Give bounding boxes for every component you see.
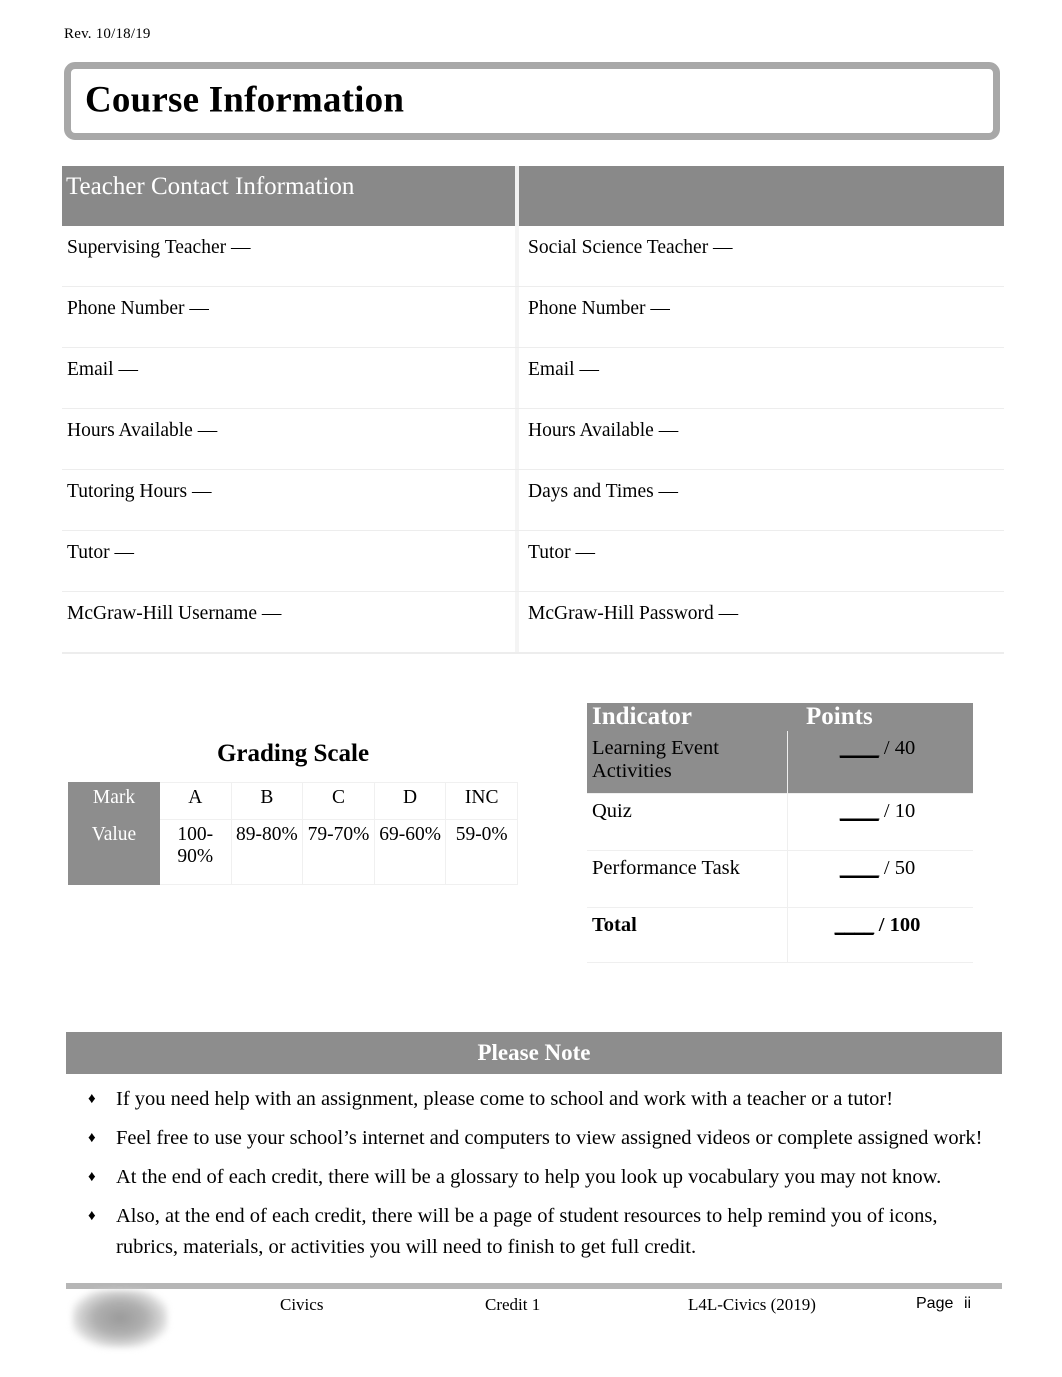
page-footer: Civics Credit 1 L4L-Civics (2019) Page i… xyxy=(66,1295,1002,1325)
note-text: If you need help with an assignment, ple… xyxy=(116,1088,894,1110)
indicator-name: Quiz xyxy=(587,794,788,850)
points-blank[interactable]: ____ xyxy=(840,737,880,759)
teacher-contact-table: Teacher Contact Information Supervising … xyxy=(62,166,1004,676)
page-title-box: Course Information xyxy=(64,62,1000,140)
contact-field-label: Email — xyxy=(528,359,599,380)
contact-field-label: Hours Available — xyxy=(67,420,218,441)
contact-field-label: Supervising Teacher — xyxy=(67,237,251,258)
note-text: At the end of each credit, there will be… xyxy=(116,1166,942,1188)
please-note-header: Please Note xyxy=(66,1032,1002,1074)
table-row: Learning Event Activities ____ / 40 xyxy=(587,731,973,794)
footer-page-label: Page xyxy=(916,1295,954,1312)
grade-value-cell: 79-70% xyxy=(302,819,375,885)
contact-field-label: McGraw-Hill Username — xyxy=(67,603,282,624)
grade-mark-cell: D xyxy=(373,782,447,820)
grading-scale-title: Grading Scale xyxy=(216,740,370,767)
grade-mark-cell: INC xyxy=(445,782,518,820)
contact-field-label: Tutoring Hours — xyxy=(67,481,212,502)
table-row: Total ____ / 100 xyxy=(587,908,973,963)
indicator-column-header: Indicator xyxy=(592,703,692,730)
revision-date: Rev. 10/18/19 xyxy=(64,26,151,42)
please-note-body: ♦ If you need help with an assignment, p… xyxy=(66,1074,1002,1299)
table-row: McGraw-Hill Username — McGraw-Hill Passw… xyxy=(62,592,1004,653)
footer-credit: Credit 1 xyxy=(485,1295,541,1314)
grade-value-cell: 100-90% xyxy=(159,819,232,885)
diamond-bullet-icon: ♦ xyxy=(88,1169,96,1185)
table-row: Phone Number — Phone Number — xyxy=(62,287,1004,348)
footer-divider xyxy=(66,1283,1002,1289)
contact-field-label: Email — xyxy=(67,359,138,380)
points-column-header: Points xyxy=(806,703,873,730)
teacher-contact-body: Supervising Teacher — Social Science Tea… xyxy=(62,226,1004,676)
contact-field-label: Phone Number — xyxy=(528,298,670,319)
footer-source: L4L-Civics (2019) xyxy=(688,1295,816,1314)
table-row: Email — Email — xyxy=(62,348,1004,409)
grade-value-cell: 69-60% xyxy=(373,819,447,885)
points-blank[interactable]: ____ xyxy=(840,800,880,822)
table-row: Mark A B C D INC xyxy=(68,782,518,820)
indicator-points: ____ / 50 xyxy=(788,851,973,907)
note-text: Feel free to use your school’s internet … xyxy=(116,1127,983,1149)
table-row: Performance Task ____ / 50 xyxy=(587,851,973,908)
list-item: ♦ Feel free to use your school’s interne… xyxy=(80,1123,988,1154)
page-title: Course Information xyxy=(85,79,405,121)
table-row: Tutoring Hours — Days and Times — xyxy=(62,470,1004,531)
indicator-points: ____ / 100 xyxy=(788,908,973,962)
indicator-name: Total xyxy=(587,908,788,962)
indicator-table-footer-pad xyxy=(587,963,973,983)
contact-field-label: Social Science Teacher — xyxy=(528,237,733,258)
grade-value-cell: 89-80% xyxy=(230,819,304,885)
contact-field-label: McGraw-Hill Password — xyxy=(528,603,739,624)
please-note-panel: Please Note ♦ If you need help with an a… xyxy=(66,1032,1002,1299)
table-row: Hours Available — Hours Available — xyxy=(62,409,1004,470)
list-item: ♦ Also, at the end of each credit, there… xyxy=(80,1201,988,1263)
grade-mark-cell: B xyxy=(230,782,304,820)
contact-header-right xyxy=(519,166,1004,226)
grading-scale-table: Mark A B C D INC Value 100-90% 89-80% 79… xyxy=(68,782,518,885)
grade-mark-cell: A xyxy=(159,782,232,820)
footer-page-number: ii xyxy=(964,1295,972,1312)
contact-field-label: Phone Number — xyxy=(67,298,209,319)
grading-row-label: Mark xyxy=(68,782,160,820)
contact-table-footer-pad xyxy=(62,653,1004,676)
note-text: Also, at the end of each credit, there w… xyxy=(116,1205,938,1258)
contact-field-label: Hours Available — xyxy=(528,420,679,441)
contact-field-label: Tutor — xyxy=(67,542,135,563)
table-row: Tutor — Tutor — xyxy=(62,531,1004,592)
table-row: Quiz ____ / 10 xyxy=(587,794,973,851)
points-blank[interactable]: ____ xyxy=(840,857,880,879)
diamond-bullet-icon: ♦ xyxy=(88,1130,96,1146)
teacher-contact-header: Teacher Contact Information xyxy=(62,166,1004,226)
table-row: Supervising Teacher — Social Science Tea… xyxy=(62,226,1004,287)
diamond-bullet-icon: ♦ xyxy=(88,1091,96,1107)
indicator-points: ____ / 40 xyxy=(788,731,973,793)
grading-row-label: Value xyxy=(68,819,160,885)
contact-header-left: Teacher Contact Information xyxy=(66,173,355,200)
indicator-points: ____ / 10 xyxy=(788,794,973,850)
table-row: Value 100-90% 89-80% 79-70% 69-60% 59-0% xyxy=(68,819,518,885)
points-max: / 40 xyxy=(883,737,916,759)
indicator-points-table: Indicator Points Learning Event Activiti… xyxy=(587,703,973,983)
contact-field-label: Tutor — xyxy=(528,542,596,563)
indicator-name: Learning Event Activities xyxy=(587,731,788,793)
list-item: ♦ At the end of each credit, there will … xyxy=(80,1162,988,1193)
list-item: ♦ If you need help with an assignment, p… xyxy=(80,1084,988,1115)
grade-value-cell: 59-0% xyxy=(445,819,518,885)
points-max: / 50 xyxy=(883,857,916,879)
contact-field-label: Days and Times — xyxy=(528,481,679,502)
indicator-table-header: Indicator Points xyxy=(587,703,973,731)
diamond-bullet-icon: ♦ xyxy=(88,1208,96,1224)
indicator-name: Performance Task xyxy=(587,851,788,907)
grading-scale-section: Grading Scale Mark A B C D INC Value 100… xyxy=(68,740,518,885)
points-blank[interactable]: ____ xyxy=(835,914,875,936)
points-max: / 10 xyxy=(883,800,916,822)
points-max: / 100 xyxy=(878,914,921,936)
footer-subject: Civics xyxy=(280,1295,324,1314)
grade-mark-cell: C xyxy=(302,782,375,820)
